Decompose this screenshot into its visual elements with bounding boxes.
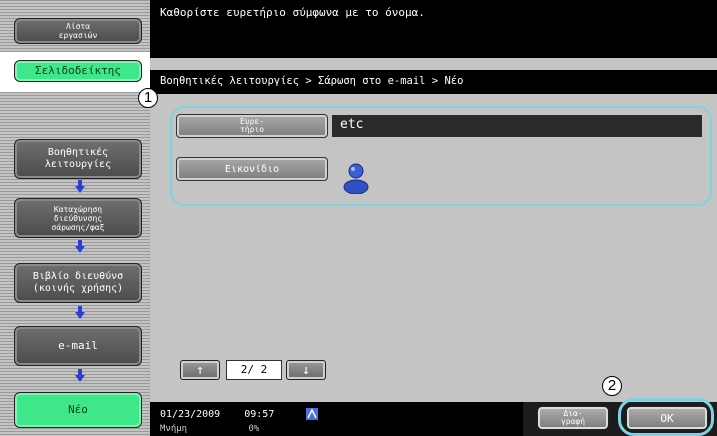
page-indicator-text: 2/ 2	[240, 363, 268, 376]
icon-button[interactable]: Εικονίδιο	[176, 157, 328, 181]
up-arrow-icon: ↑	[196, 362, 204, 378]
callout-2: 2	[602, 376, 622, 396]
index-field[interactable]: etc	[332, 115, 702, 137]
status-bar: 01/23/2009 09:57 Μνήμη 0%	[150, 402, 523, 436]
job-list-label: Λίστα εργασιών	[58, 22, 98, 40]
memory-status: Μνήμη 0%	[160, 424, 259, 434]
step-address-book-button[interactable]: Βιβλίο διευθύνσ (κοινής χρήσης)	[14, 263, 142, 303]
callout-2-number: 2	[607, 377, 617, 394]
arrow-down-icon	[75, 306, 85, 319]
bookmark-button[interactable]: Σελιδοδείκτης	[14, 60, 142, 82]
step-new-button[interactable]: Νέο	[14, 392, 142, 428]
index-button-label: Ευρε- τήριο	[239, 117, 265, 134]
bookmark-label: Σελιδοδείκτης	[34, 64, 122, 77]
ok-highlight	[618, 398, 714, 436]
step-utility-button[interactable]: Βοηθητικές λειτουργίες	[14, 139, 142, 179]
memory-label: Μνήμη	[160, 424, 188, 434]
page-indicator: 2/ 2	[226, 360, 282, 380]
breadcrumb: Βοηθητικές λειτουργίες > Σάρωση στο e-ma…	[150, 70, 717, 94]
index-value: etc	[340, 117, 364, 132]
page-down-button[interactable]: ↓	[286, 360, 326, 380]
network-icon	[306, 408, 318, 420]
index-button[interactable]: Ευρε- τήριο	[176, 114, 328, 138]
delete-button[interactable]: Δια- γραφή	[537, 406, 609, 430]
step-new-label: Νέο	[68, 403, 88, 416]
status-date: 01/23/2009	[160, 409, 221, 420]
icon-button-label: Εικονίδιο	[224, 163, 280, 175]
callout-1: 1	[138, 88, 158, 108]
callout-1-number: 1	[143, 89, 153, 106]
arrow-down-icon	[75, 180, 85, 193]
main-panel: Καθορίστε ευρετήριο σύμφωνα με το όνομα.…	[150, 0, 717, 436]
arrow-down-icon	[75, 240, 85, 253]
page-up-button[interactable]: ↑	[180, 360, 220, 380]
arrow-down-icon	[75, 369, 85, 382]
step-utility-label: Βοηθητικές λειτουργίες	[44, 147, 112, 170]
step-address-registration-label: Καταχώρηση διεύθυνσης σάρωσης/φαξ	[51, 204, 105, 232]
status-time: 09:57	[244, 409, 275, 420]
user-icon	[343, 163, 369, 194]
step-address-registration-button[interactable]: Καταχώρηση διεύθυνσης σάρωσης/φαξ	[14, 198, 142, 238]
job-list-button[interactable]: Λίστα εργασιών	[14, 18, 142, 44]
down-arrow-icon: ↓	[302, 362, 310, 378]
step-address-book-label: Βιβλίο διευθύνσ (κοινής χρήσης)	[32, 271, 124, 294]
message-bar: Καθορίστε ευρετήριο σύμφωνα με το όνομα.	[150, 0, 717, 58]
delete-button-label: Δια- γραφή	[560, 409, 586, 426]
memory-value: 0%	[248, 424, 260, 434]
breadcrumb-text: Βοηθητικές λειτουργίες > Σάρωση στο e-ma…	[160, 75, 464, 87]
step-email-button[interactable]: e-mail	[14, 326, 142, 366]
sidebar: Λίστα εργασιών Σελιδοδείκτης Βοηθητικές …	[0, 0, 150, 436]
step-email-label: e-mail	[58, 339, 98, 352]
instruction-message: Καθορίστε ευρετήριο σύμφωνα με το όνομα.	[160, 6, 425, 19]
